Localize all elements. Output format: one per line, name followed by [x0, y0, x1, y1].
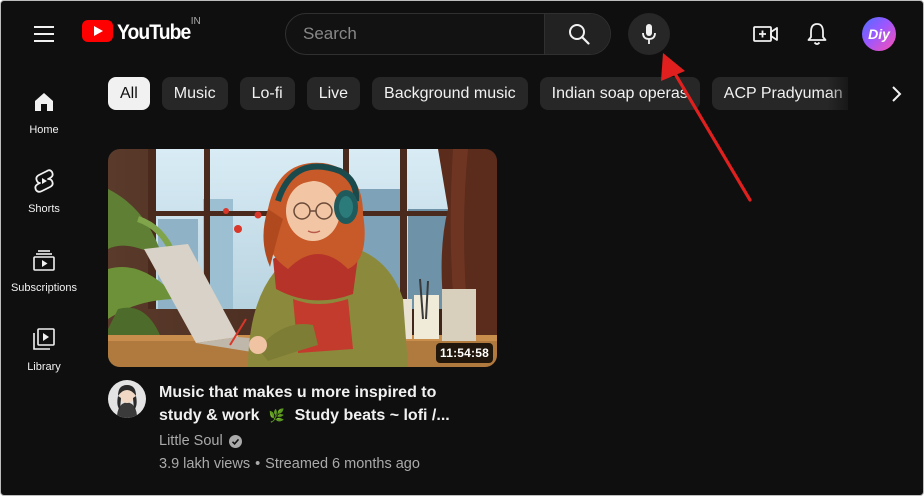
sidebar-item-label: Shorts	[28, 203, 60, 215]
verified-check-icon	[228, 434, 242, 448]
notifications-button[interactable]	[803, 20, 831, 48]
search-button[interactable]	[544, 14, 610, 54]
meta-separator: •	[255, 456, 261, 472]
voice-search-button[interactable]	[628, 13, 670, 55]
home-icon	[35, 93, 53, 111]
logo-text: YouTube	[117, 21, 191, 44]
video-title-line1: Music that makes u more inspired to	[159, 384, 437, 401]
sidebar-item-label: Library	[27, 361, 61, 373]
youtube-window: YouTube IN Diy	[0, 0, 924, 496]
chips-fade	[827, 73, 873, 115]
video-title-line2: study & work 🌿 Study beats ~ lofi /...	[159, 404, 479, 427]
chip-all[interactable]: All	[108, 77, 150, 110]
avatar-initials: Diy	[868, 26, 890, 42]
filter-chips-bar: All Music Lo-fi Live Background music In…	[108, 77, 848, 110]
search-icon	[568, 24, 590, 45]
mic-icon	[642, 24, 656, 44]
video-title[interactable]: Music that makes u more inspired to stud…	[159, 381, 479, 427]
menu-icon	[34, 26, 54, 42]
search-input[interactable]	[286, 14, 544, 54]
account-avatar[interactable]: Diy	[862, 17, 896, 51]
herb-emoji-icon: 🌿	[268, 408, 286, 423]
chip-music[interactable]: Music	[161, 77, 228, 110]
chip-lofi[interactable]: Lo-fi	[239, 77, 295, 110]
sidebar-item-subscriptions[interactable]: Subscriptions	[5, 237, 83, 311]
notifications-bell-icon	[807, 23, 827, 45]
shorts-icon-wrap	[34, 167, 54, 195]
youtube-logo[interactable]: YouTube IN	[82, 16, 201, 45]
sidebar-item-shorts[interactable]: Shorts	[5, 158, 83, 232]
chip-background-music[interactable]: Background music	[372, 77, 528, 110]
video-title-part-a: study & work	[159, 407, 260, 424]
home-icon-wrap	[33, 88, 55, 116]
sidebar-item-label: Home	[29, 124, 59, 136]
menu-button[interactable]	[25, 21, 63, 47]
channel-name-link[interactable]: Little Soul	[159, 433, 242, 449]
create-video-icon	[753, 26, 778, 42]
sidebar-item-label: Subscriptions	[10, 282, 78, 294]
chip-indian-soap-operas[interactable]: Indian soap operas	[539, 77, 700, 110]
video-duration: 11:54:58	[436, 343, 493, 363]
lofi-girl-illustration	[108, 149, 497, 367]
library-icon-wrap	[33, 325, 55, 353]
video-thumbnail[interactable]: 11:54:58	[108, 149, 497, 367]
channel-avatar-image	[108, 380, 146, 418]
youtube-play-logo-icon	[82, 20, 113, 42]
chip-live[interactable]: Live	[306, 77, 361, 110]
shorts-icon	[34, 169, 54, 193]
view-count: 3.9 lakh views	[159, 456, 251, 472]
create-button[interactable]	[752, 20, 780, 48]
channel-avatar[interactable]	[108, 380, 146, 418]
chips-next-button[interactable]	[881, 81, 911, 107]
sidebar-item-home[interactable]: Home	[5, 79, 83, 153]
country-code: IN	[190, 16, 201, 27]
search-bar	[285, 13, 611, 55]
video-metadata: 3.9 lakh views • Streamed 6 months ago	[159, 456, 420, 472]
stream-age: Streamed 6 months ago	[265, 456, 420, 472]
library-icon	[33, 328, 55, 350]
sidebar-item-library[interactable]: Library	[5, 316, 83, 390]
subscriptions-icon-wrap	[33, 246, 55, 274]
subscriptions-icon	[33, 250, 55, 271]
channel-name: Little Soul	[159, 433, 223, 449]
chevron-right-icon	[892, 86, 902, 102]
video-title-part-b: Study beats ~ lofi /...	[294, 407, 450, 424]
